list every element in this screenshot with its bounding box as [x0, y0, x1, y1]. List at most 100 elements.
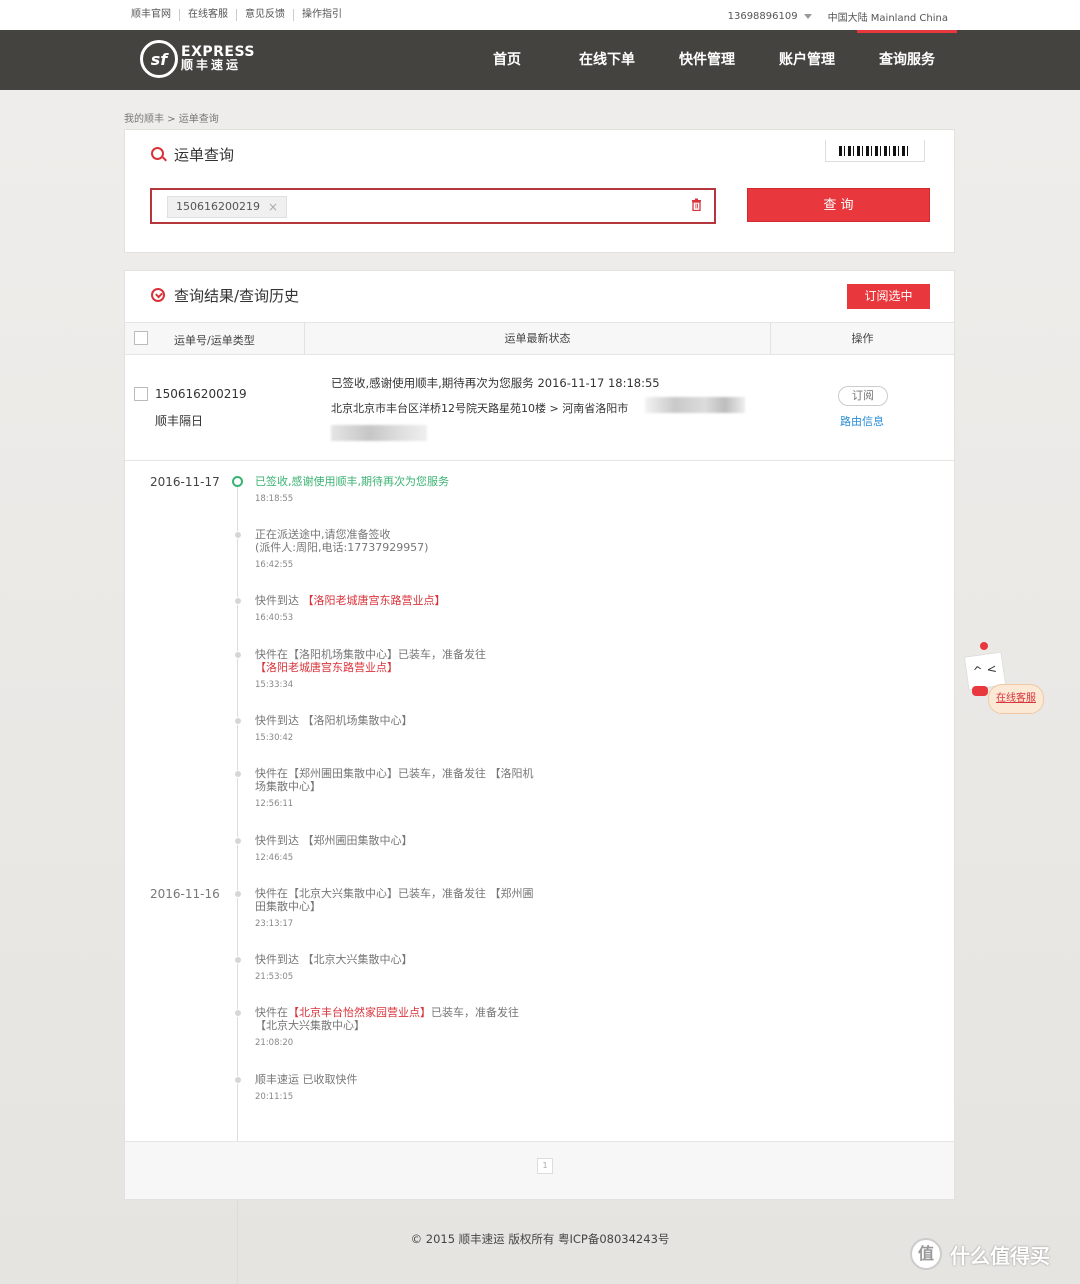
nav-item-query-service[interactable]: 查询服务: [857, 30, 957, 90]
timeline-time: 18:18:55: [255, 494, 294, 504]
timeline-event-text: 快件在【北京大兴集散中心】已装车，准备发往 【郑州圃 田集散中心】: [255, 887, 560, 913]
route-summary: 北京北京市丰台区洋桥12号院天路星苑10楼 > 河南省洛阳市: [331, 402, 629, 415]
nav-item-online-order[interactable]: 在线下单: [557, 30, 657, 90]
logo-text-cn: 顺丰速运: [181, 58, 242, 72]
main-nav: sf EXPRESS 顺丰速运 首页 在线下单 快件管理 账户管理 查询服务: [0, 30, 1080, 90]
row-checkbox[interactable]: [134, 387, 148, 401]
timeline-time: 16:40:53: [255, 613, 294, 623]
latest-status: 已签收,感谢使用顺丰,期待再次为您服务 2016-11-17 18:18:55: [331, 376, 660, 390]
redacted-address: [645, 397, 745, 413]
timeline-dot: [234, 651, 242, 659]
top-links: 顺丰官网 在线客服 意见反馈 操作指引: [131, 9, 350, 21]
link-feedback[interactable]: 意见反馈: [237, 9, 294, 21]
column-header-status: 运单最新状态: [305, 323, 771, 354]
timeline-text-part: 【北京大兴集散中心】: [255, 1019, 365, 1032]
mascot-antenna: [980, 642, 988, 650]
results-panel-title: 查询结果/查询历史: [174, 287, 300, 305]
account-area: 13698896109 中国大陆 Mainland China: [728, 9, 948, 24]
timeline-time: 21:53:05: [255, 972, 294, 982]
timeline-dot: [234, 837, 242, 845]
column-header-actions: 操作: [851, 332, 874, 345]
timeline-text-part: 场集散中心】: [255, 780, 321, 793]
timeline-text-part: 快件在: [255, 1006, 288, 1019]
watermark-logo-icon: 值: [910, 1238, 942, 1270]
timeline-text-part: 快件到达 【北京大兴集散中心】: [255, 953, 413, 966]
timeline-dot: [234, 531, 242, 539]
account-phone[interactable]: 13698896109: [728, 11, 798, 22]
timeline-dot: [234, 1009, 242, 1017]
timeline-dot: [234, 770, 242, 778]
subscribe-selected-button[interactable]: 订阅选中: [847, 284, 930, 309]
timeline-time: 12:46:45: [255, 853, 294, 863]
link-official-site[interactable]: 顺丰官网: [131, 9, 180, 21]
mascot-face: ^ <: [972, 661, 998, 679]
results-table-header: 运单号/运单类型 运单最新状态 操作: [125, 322, 954, 355]
timeline-event-text: 快件在【郑州圃田集散中心】已装车，准备发往 【洛阳机 场集散中心】: [255, 767, 560, 793]
breadcrumb: 我的顺丰 > 运单查询: [124, 114, 219, 125]
waybill-type: 顺丰隔日: [155, 414, 204, 428]
watermark: 值 什么值得买: [910, 1238, 1050, 1270]
nav-item-shipment-management[interactable]: 快件管理: [657, 30, 757, 90]
waybill-tag: 150616200219 ×: [167, 196, 288, 218]
timeline-dot: [234, 597, 242, 605]
timeline-time: 21:08:20: [255, 1038, 294, 1048]
timeline-event-text: 已签收,感谢使用顺丰,期待再次为您服务: [255, 475, 560, 488]
search-icon: [151, 147, 164, 160]
timeline-event-text: 快件到达 【北京大兴集散中心】: [255, 953, 560, 966]
subscribe-button[interactable]: 订阅: [838, 386, 888, 406]
online-service-link[interactable]: 在线客服: [988, 684, 1044, 714]
page-number[interactable]: 1: [537, 1158, 553, 1174]
timeline-event-text: 快件在【洛阳机场集散中心】已装车，准备发往 【洛阳老城唐宫东路营业点】: [255, 648, 560, 674]
link-guide[interactable]: 操作指引: [294, 9, 350, 21]
timeline-text-part: 田集散中心】: [255, 900, 321, 913]
timeline-text-part: (派件人:周阳,电话:17737929957): [255, 541, 429, 554]
timeline-text-part: 正在派送途中,请您准备签收: [255, 528, 391, 541]
pagination: 1: [125, 1141, 954, 1199]
select-all-checkbox[interactable]: [134, 331, 148, 345]
timeline-time: 12:56:11: [255, 799, 294, 809]
timeline-dot: [234, 717, 242, 725]
watermark-text: 什么值得买: [950, 1243, 1050, 1268]
column-header-waybill: 运单号/运单类型: [174, 334, 255, 347]
timeline-event-text: 顺丰速运 已收取快件: [255, 1073, 560, 1086]
timeline-dot: [234, 956, 242, 964]
nav-item-home[interactable]: 首页: [457, 30, 557, 90]
timeline-text-part: 快件到达 【洛阳机场集散中心】: [255, 714, 413, 727]
chevron-down-icon[interactable]: [803, 14, 812, 19]
timeline-highlight: 【北京丰台怡然家园营业点】: [288, 1006, 431, 1019]
route-info-link[interactable]: 路由信息: [840, 413, 884, 429]
timeline-highlight: 【洛阳老城唐宫东路营业点】: [255, 661, 398, 674]
timeline-event-text: 快件到达 【郑州圃田集散中心】: [255, 834, 560, 847]
timeline-current-dot: [232, 476, 243, 487]
search-button[interactable]: 查 询: [747, 188, 930, 222]
timeline-text-part: 顺丰速运 已收取快件: [255, 1073, 358, 1086]
qr-code-image: [825, 140, 925, 162]
timeline-event-text: 快件在【北京丰台怡然家园营业点】已装车，准备发往【北京大兴集散中心】: [255, 1006, 560, 1032]
online-service-widget[interactable]: ^ < 在线客服: [958, 640, 1048, 720]
results-panel: 查询结果/查询历史 订阅选中 运单号/运单类型 运单最新状态 操作 150616…: [124, 270, 955, 1284]
nav-menu: 首页 在线下单 快件管理 账户管理 查询服务: [457, 30, 957, 90]
timeline-event-text: 正在派送途中,请您准备签收 (派件人:周阳,电话:17737929957): [255, 528, 560, 554]
redacted-address-2: [331, 425, 427, 441]
timeline-time: 15:30:42: [255, 733, 294, 743]
trash-icon[interactable]: [691, 198, 702, 215]
timeline-time: 15:33:34: [255, 680, 294, 690]
link-online-service[interactable]: 在线客服: [180, 9, 237, 21]
timeline-text-part: 已签收,感谢使用顺丰,期待再次为您服务: [255, 475, 449, 488]
timeline-time: 20:11:15: [255, 1092, 294, 1102]
mascot-bow: [972, 686, 988, 696]
timeline-dot: [234, 890, 242, 898]
nav-item-account-management[interactable]: 账户管理: [757, 30, 857, 90]
region-selector[interactable]: 中国大陆 Mainland China: [828, 9, 948, 24]
sf-express-logo[interactable]: sf EXPRESS 顺丰速运: [140, 40, 255, 78]
header-cell-waybill: 运单号/运单类型: [125, 323, 305, 354]
waybill-query-panel: 运单查询 150616200219 × 查 询: [124, 129, 955, 253]
sf-logo-mark: sf: [140, 40, 178, 78]
waybill-input[interactable]: 150616200219 ×: [150, 188, 716, 224]
logo-wordmark: EXPRESS 顺丰速运: [181, 45, 255, 72]
table-row: 150616200219 顺丰隔日 已签收,感谢使用顺丰,期待再次为您服务 20…: [125, 355, 954, 461]
timeline-text-part: 已装车，准备发往: [431, 1006, 519, 1019]
close-icon[interactable]: ×: [268, 197, 278, 217]
query-panel-title: 运单查询: [174, 146, 235, 164]
timeline-dot: [234, 1076, 242, 1084]
